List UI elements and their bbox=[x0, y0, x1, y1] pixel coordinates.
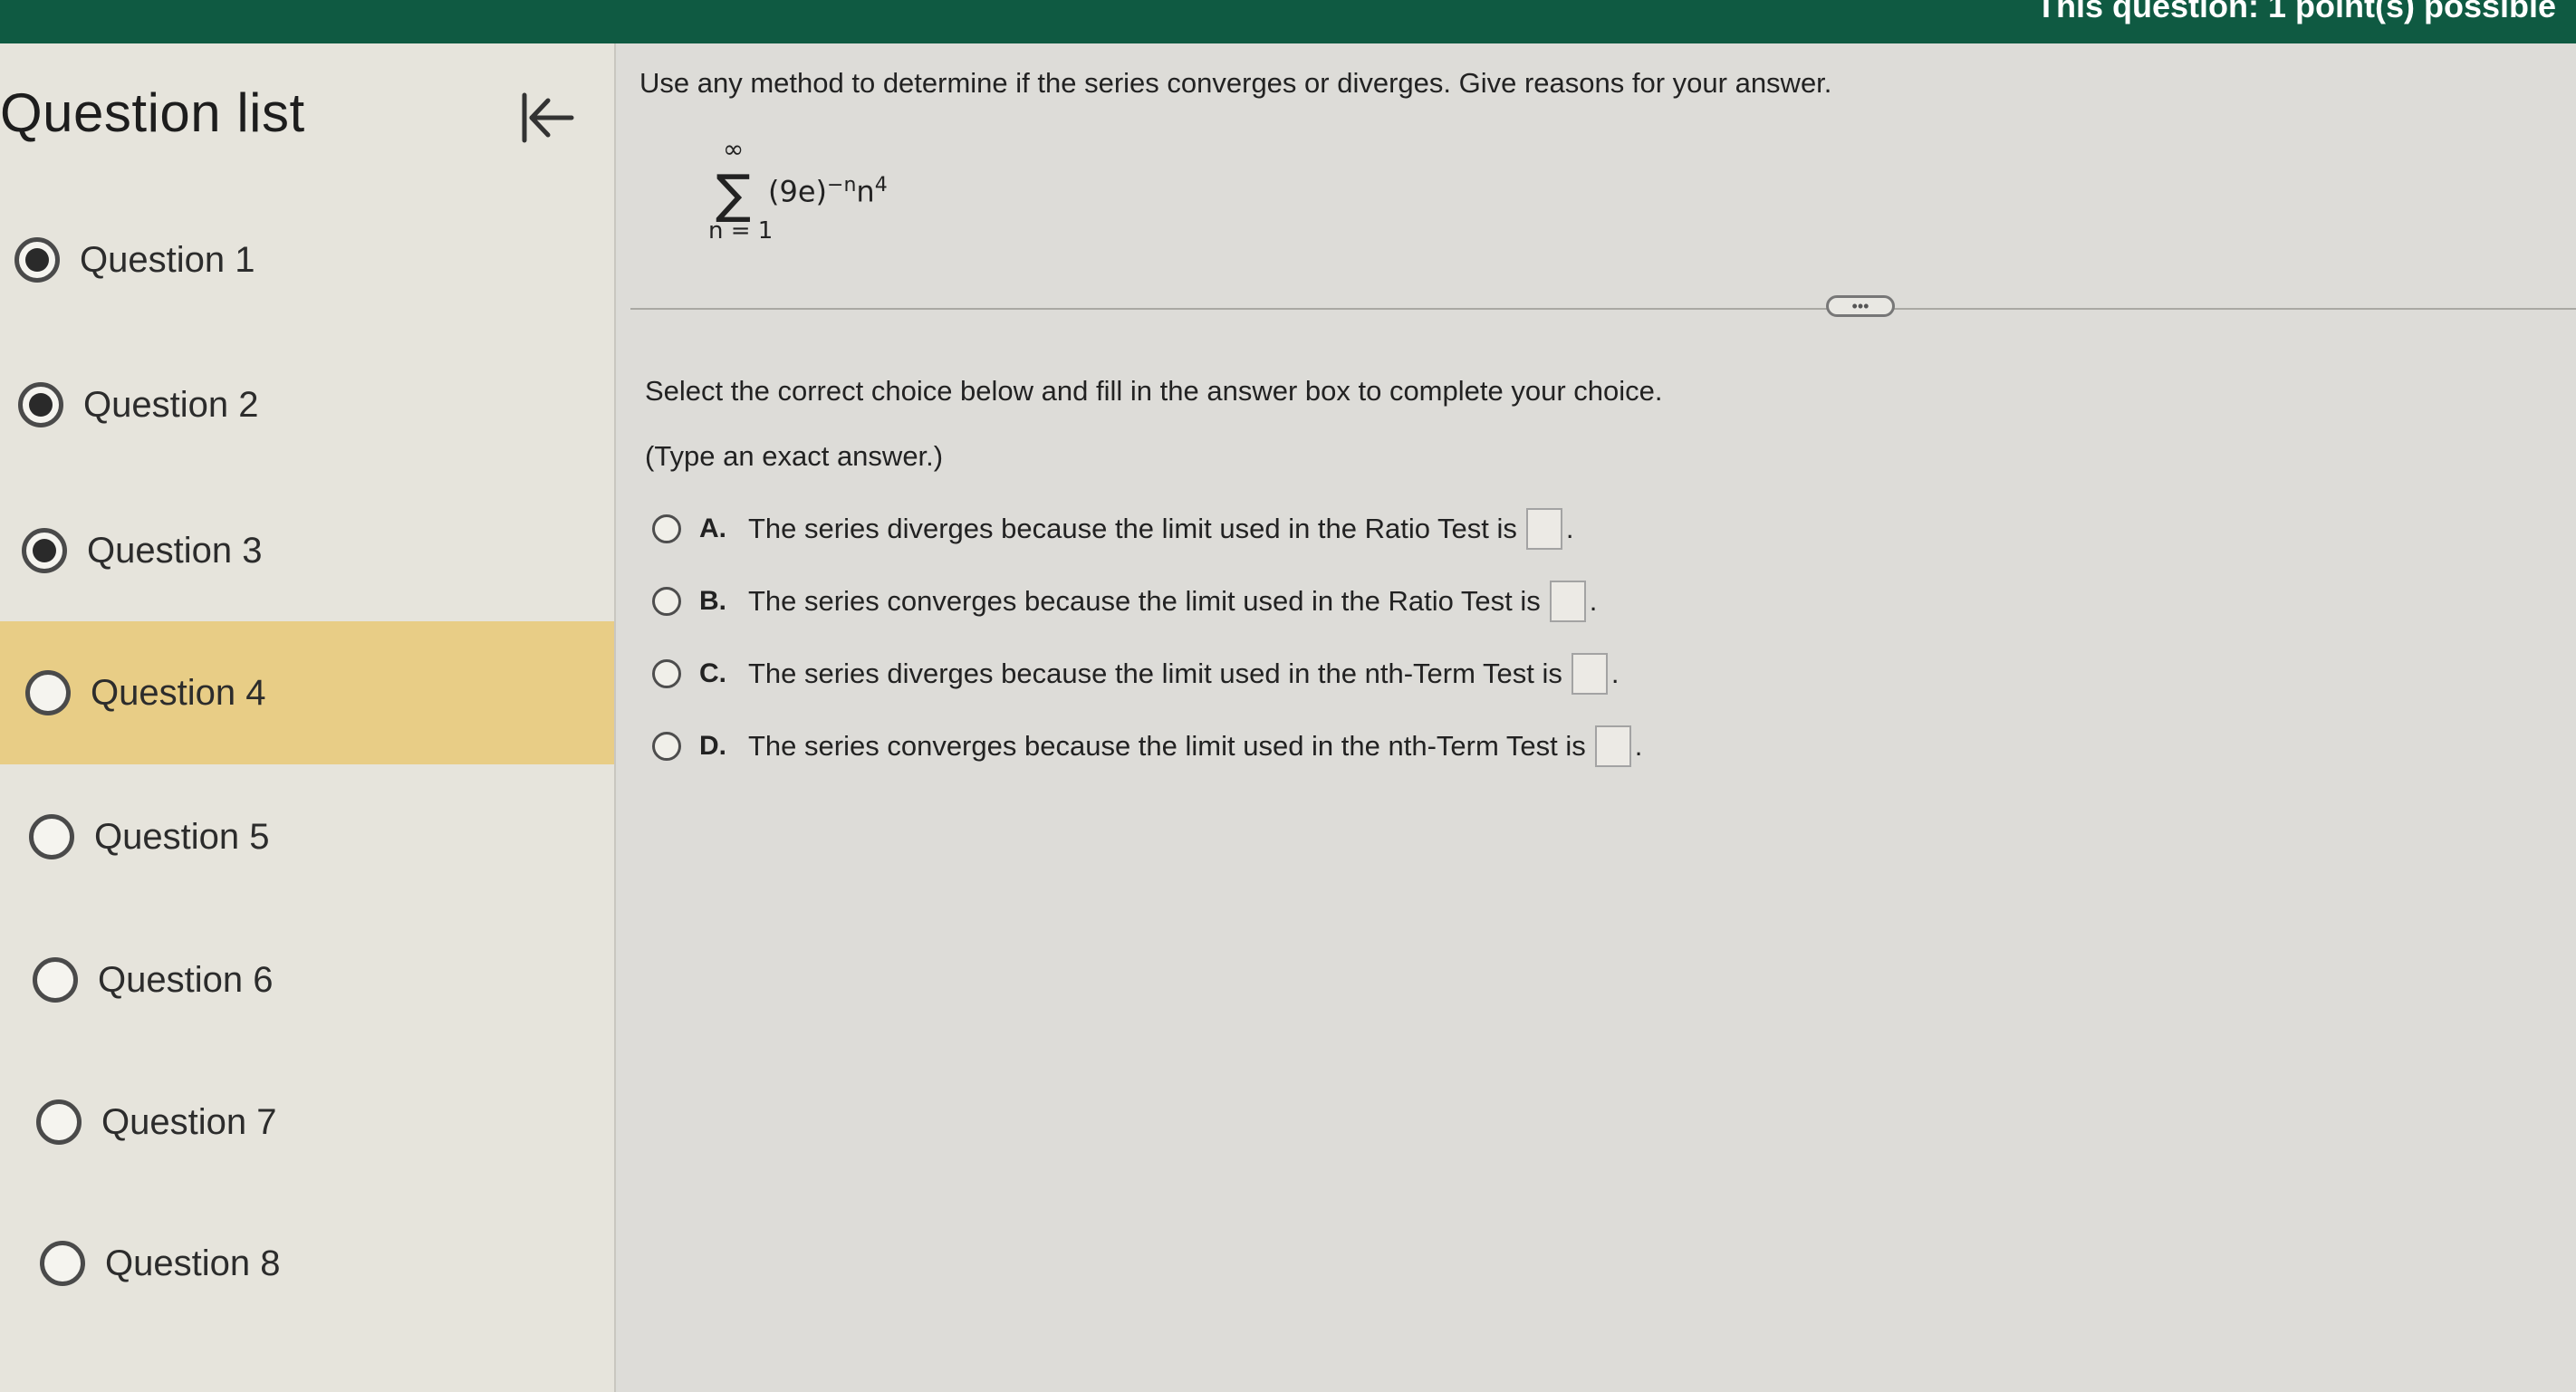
answered-radio-icon bbox=[14, 237, 60, 283]
sidebar-item-label: Question 2 bbox=[83, 384, 259, 425]
choice-text: The series diverges because the limit us… bbox=[748, 513, 1517, 544]
sidebar-item-question-3[interactable]: Question 3 bbox=[0, 479, 614, 622]
choice-instruction: Select the correct choice below and fill… bbox=[645, 375, 1663, 407]
sidebar-item-question-8[interactable]: Question 8 bbox=[0, 1192, 614, 1335]
series-lower-limit: n = 1 bbox=[708, 217, 774, 245]
sidebar-item-question-2[interactable]: Question 2 bbox=[0, 333, 614, 476]
question-panel: Use any method to determine if the serie… bbox=[618, 43, 2576, 1392]
sidebar-item-question-6[interactable]: Question 6 bbox=[0, 908, 614, 1051]
sidebar-item-label: Question 5 bbox=[94, 816, 270, 857]
top-bar: This question: 1 point(s) possible bbox=[0, 0, 2576, 43]
collapse-sidebar-button[interactable] bbox=[514, 85, 580, 150]
answer-input-a[interactable] bbox=[1525, 508, 1562, 550]
summation-icon: ∑ bbox=[716, 163, 752, 225]
choice-letter: A. bbox=[699, 514, 726, 543]
expand-more-button[interactable]: ••• bbox=[1826, 295, 1895, 317]
section-divider bbox=[630, 308, 2576, 310]
sidebar-item-question-1[interactable]: Question 1 bbox=[0, 188, 614, 331]
choice-text: The series diverges because the limit us… bbox=[748, 658, 1562, 689]
answer-format-note: (Type an exact answer.) bbox=[645, 440, 944, 472]
unanswered-radio-icon bbox=[40, 1241, 85, 1286]
unanswered-radio-icon bbox=[25, 670, 71, 715]
choice-text: The series converges because the limit u… bbox=[748, 585, 1541, 617]
answered-radio-icon bbox=[18, 382, 63, 427]
series-expression: ∞ ∑ n = 1 (9e)−nn4 bbox=[708, 134, 944, 297]
unanswered-radio-icon bbox=[29, 814, 74, 859]
answer-input-d[interactable] bbox=[1594, 725, 1631, 767]
sidebar-item-question-5[interactable]: Question 5 bbox=[0, 765, 614, 908]
series-term: (9e)−nn4 bbox=[768, 174, 888, 209]
choice-a[interactable]: A. The series diverges because the limit… bbox=[652, 504, 1574, 554]
choice-b[interactable]: B. The series converges because the limi… bbox=[652, 576, 1597, 627]
question-list-sidebar: Question list Question 1 Question 2 Ques… bbox=[0, 43, 616, 1392]
collapse-left-arrow-icon bbox=[522, 92, 574, 143]
points-possible-text: This question: 1 point(s) possible bbox=[2035, 0, 2556, 24]
choice-text: The series converges because the limit u… bbox=[748, 730, 1586, 762]
series-factor: n bbox=[856, 174, 875, 209]
choice-c[interactable]: C. The series diverges because the limit… bbox=[652, 648, 1619, 699]
choice-radio-a[interactable] bbox=[652, 514, 681, 543]
series-upper-limit: ∞ bbox=[723, 134, 745, 164]
answer-input-c[interactable] bbox=[1571, 653, 1608, 695]
question-list-title: Question list bbox=[0, 82, 305, 143]
sidebar-item-question-7[interactable]: Question 7 bbox=[0, 1051, 614, 1194]
choice-letter: B. bbox=[699, 586, 726, 616]
series-factor-exponent: 4 bbox=[874, 174, 888, 197]
answered-radio-icon bbox=[22, 528, 67, 573]
choice-radio-d[interactable] bbox=[652, 732, 681, 761]
unanswered-radio-icon bbox=[33, 957, 78, 1003]
choice-radio-c[interactable] bbox=[652, 659, 681, 688]
series-exponent: −n bbox=[827, 174, 857, 197]
choice-letter: C. bbox=[699, 658, 726, 688]
sidebar-item-label: Question 1 bbox=[80, 239, 255, 280]
unanswered-radio-icon bbox=[36, 1099, 82, 1145]
more-dots-icon: ••• bbox=[1851, 297, 1870, 315]
choice-radio-b[interactable] bbox=[652, 587, 681, 616]
sidebar-item-label: Question 3 bbox=[87, 530, 263, 571]
sidebar-item-label: Question 7 bbox=[101, 1101, 277, 1142]
choice-d[interactable]: D. The series converges because the limi… bbox=[652, 721, 1642, 772]
sidebar-item-label: Question 6 bbox=[98, 959, 274, 1000]
sidebar-item-label: Question 8 bbox=[105, 1243, 281, 1283]
answer-input-b[interactable] bbox=[1549, 581, 1586, 622]
choice-letter: D. bbox=[699, 731, 726, 761]
series-base: (9e) bbox=[768, 174, 828, 209]
sidebar-item-question-4[interactable]: Question 4 bbox=[0, 621, 614, 764]
question-prompt: Use any method to determine if the serie… bbox=[639, 67, 1832, 99]
sidebar-item-label: Question 4 bbox=[91, 672, 266, 713]
